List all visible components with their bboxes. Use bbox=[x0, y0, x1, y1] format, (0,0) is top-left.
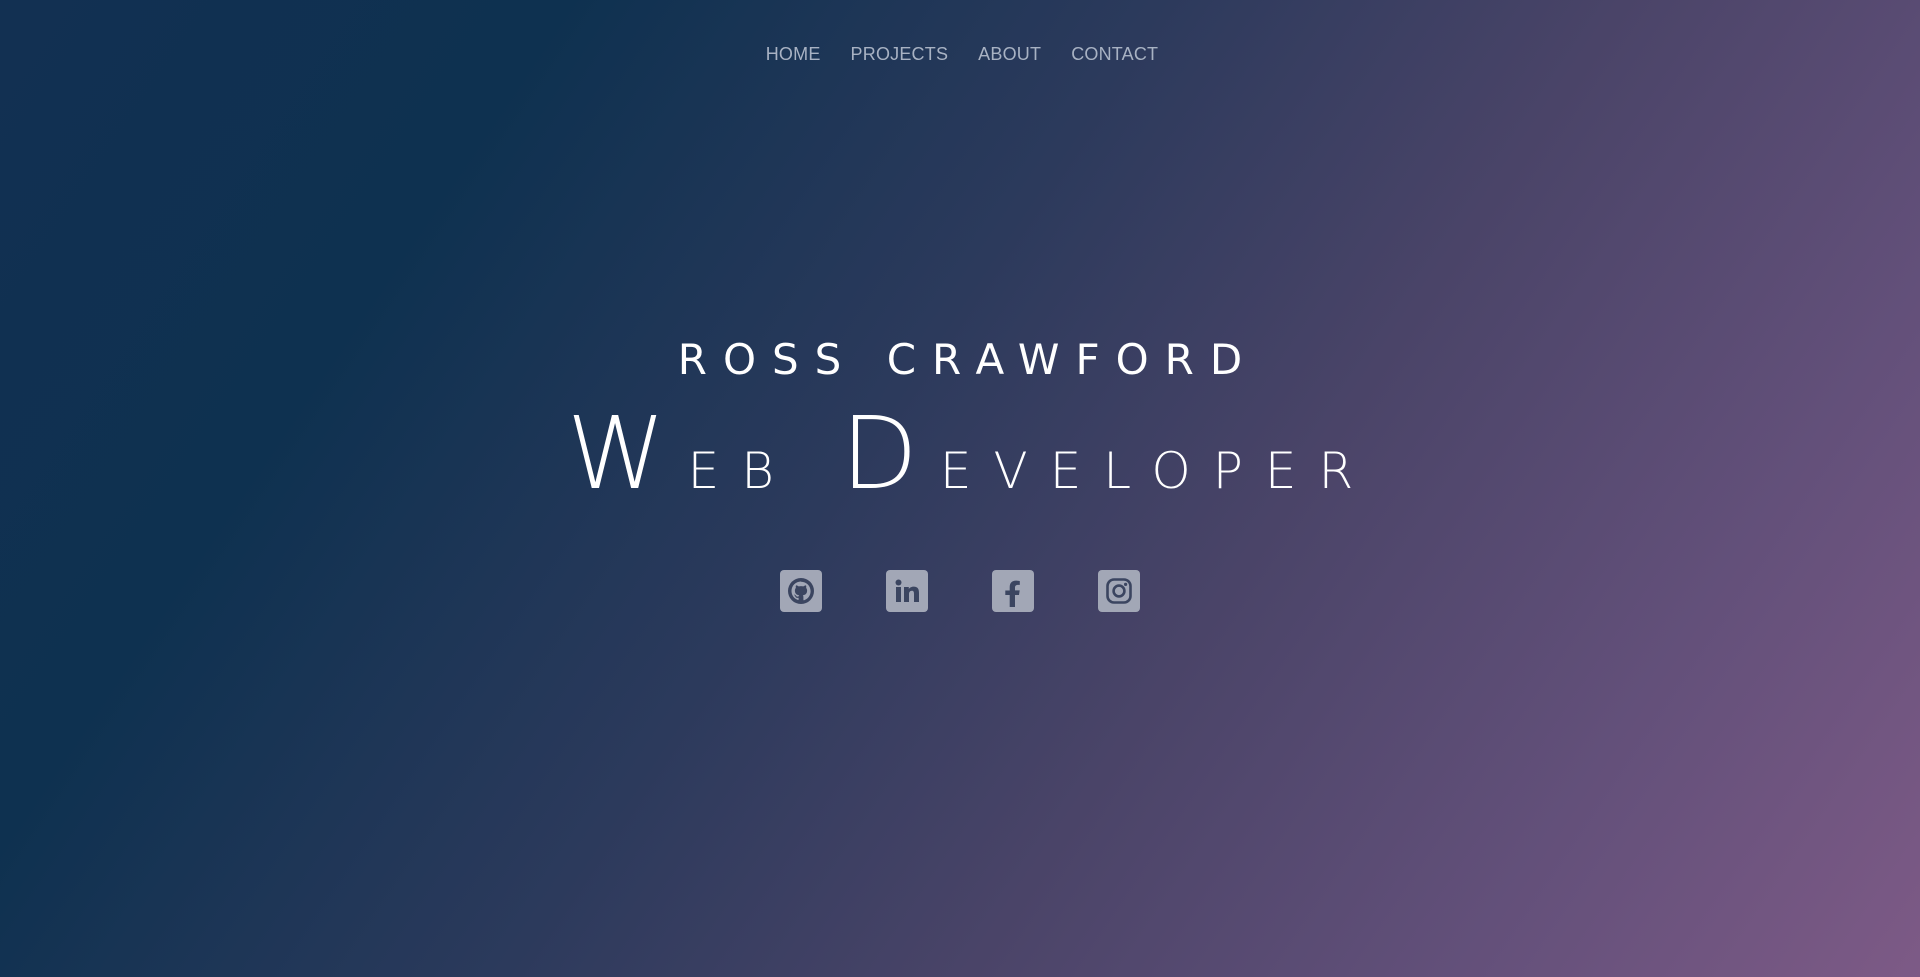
job-title-word-2-cap: D bbox=[840, 395, 940, 512]
instagram-icon bbox=[1106, 578, 1132, 604]
linkedin-link[interactable] bbox=[886, 570, 928, 612]
github-link[interactable] bbox=[780, 570, 822, 612]
nav-projects-link[interactable]: PROJECTS bbox=[851, 42, 949, 66]
job-title: Web Developer bbox=[0, 404, 1920, 513]
social-links bbox=[0, 570, 1920, 612]
nav-contact-link[interactable]: CONTACT bbox=[1071, 42, 1158, 66]
instagram-link[interactable] bbox=[1098, 570, 1140, 612]
job-title-word-1-cap: W bbox=[566, 395, 688, 512]
person-name: ROSS CRAWFORD bbox=[677, 335, 1259, 384]
nav-about-link[interactable]: ABOUT bbox=[978, 42, 1041, 66]
job-title-word-1-rest: eb bbox=[687, 421, 796, 505]
facebook-link[interactable] bbox=[992, 570, 1034, 612]
github-icon bbox=[788, 578, 814, 604]
linkedin-icon bbox=[895, 579, 919, 602]
job-title-word-2-rest: eveloper bbox=[939, 421, 1376, 505]
hero-section: ROSS CRAWFORD Web Developer bbox=[0, 330, 1920, 513]
main-nav: HOME PROJECTS ABOUT CONTACT bbox=[0, 42, 1920, 66]
facebook-icon bbox=[1005, 580, 1020, 607]
nav-home-link[interactable]: HOME bbox=[766, 42, 821, 66]
